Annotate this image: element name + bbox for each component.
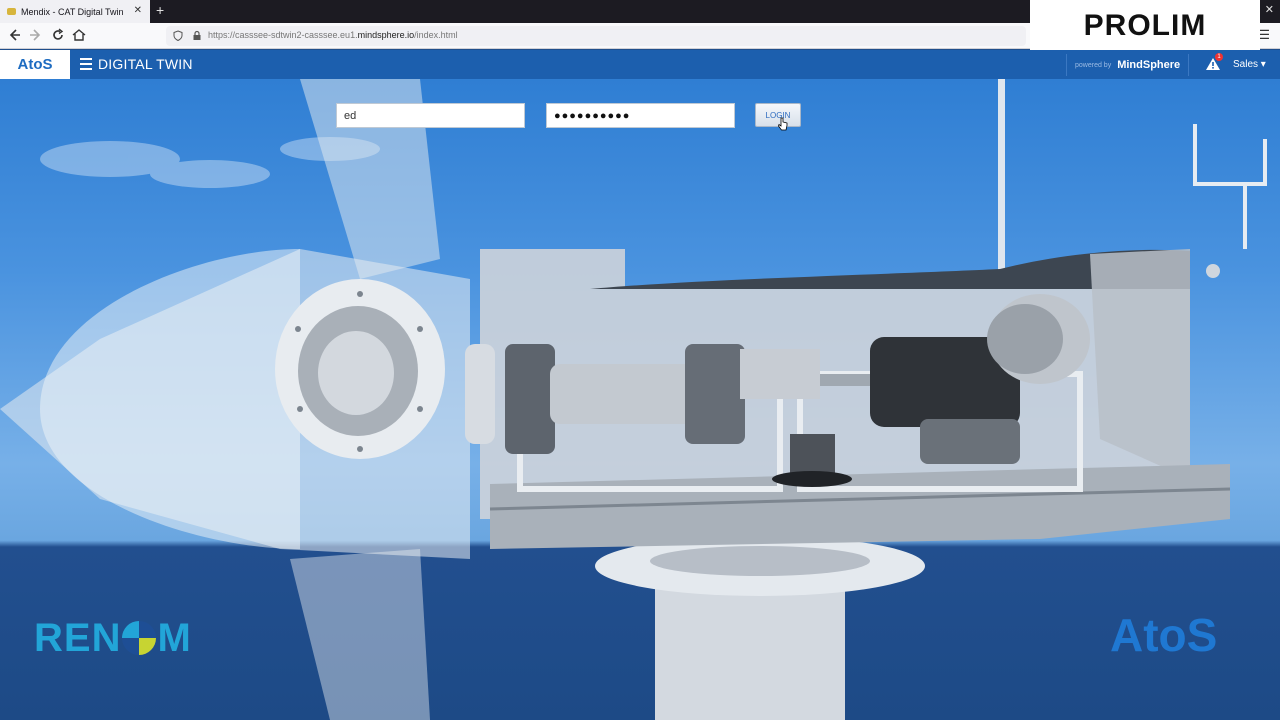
app-header: AtoS DIGITAL TWIN powered by MindSphere … <box>0 50 1280 79</box>
prolim-logo: PROLIM <box>1030 0 1260 51</box>
atos-logo[interactable]: AtoS <box>0 50 70 79</box>
user-menu-sales[interactable]: Sales ▾ <box>1233 59 1266 70</box>
back-icon[interactable] <box>6 27 22 43</box>
renom-logo: REN M <box>34 616 192 660</box>
digital-twin-scene[interactable] <box>0 79 1280 720</box>
tab-title: Mendix - CAT Digital Twin <box>21 6 124 17</box>
wind-turbine-illustration <box>0 79 1267 720</box>
powered-by-mindsphere: powered by MindSphere <box>1066 54 1190 76</box>
home-icon[interactable] <box>71 27 87 43</box>
favicon-icon <box>7 8 16 15</box>
forward-icon[interactable] <box>28 27 44 43</box>
shield-icon[interactable] <box>173 30 183 41</box>
cursor-icon <box>778 117 788 131</box>
renom-o-icon <box>122 621 157 655</box>
new-tab-button[interactable]: + <box>156 2 164 18</box>
hamburger-icon[interactable] <box>80 58 92 70</box>
username-input[interactable] <box>336 103 525 128</box>
alert-badge: 1 <box>1215 53 1223 61</box>
atos-logo-bottom: AtoS <box>1110 609 1218 661</box>
window-close-icon[interactable]: ✕ <box>1265 3 1274 16</box>
mindsphere-label: MindSphere <box>1117 59 1181 71</box>
reload-icon[interactable] <box>50 27 66 43</box>
browser-tab[interactable]: Mendix - CAT Digital Twin ✕ <box>0 0 150 23</box>
app-title: DIGITAL TWIN <box>98 56 193 72</box>
password-input[interactable] <box>546 103 735 128</box>
powered-by-label: powered by <box>1075 61 1112 69</box>
tab-close-icon[interactable]: ✕ <box>134 5 142 16</box>
browser-menu-icon[interactable]: ☰ <box>1258 27 1270 43</box>
url-text: https://casssee-sdtwin2-casssee.eu1.mind… <box>208 30 458 40</box>
address-bar[interactable]: https://casssee-sdtwin2-casssee.eu1.mind… <box>166 26 1026 46</box>
lock-icon[interactable] <box>192 30 202 41</box>
